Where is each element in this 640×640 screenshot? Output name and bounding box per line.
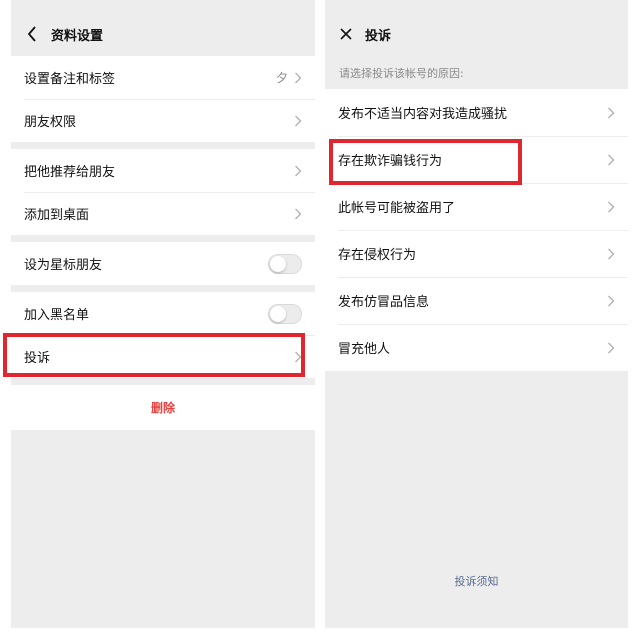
highlight-box-fraud-reason: [329, 139, 522, 185]
remark-value: 夕: [275, 71, 288, 85]
chevron-right-icon: [608, 107, 615, 118]
star-friend-toggle[interactable]: [268, 253, 302, 274]
chevron-right-icon: [608, 295, 615, 306]
page-title: 投诉: [365, 28, 392, 44]
delete-button[interactable]: 删除: [11, 385, 315, 430]
settings-group-remark: 设置备注和标签 夕 朋友权限: [11, 56, 315, 142]
page-title: 资料设置: [51, 28, 104, 44]
back-icon[interactable]: [21, 23, 43, 45]
nav-bar: 投诉: [325, 12, 628, 56]
complaint-screen: 投诉 请选择投诉该帐号的原因: 发布不适当内容对我造成骚扰 存在欺诈骗钱行为 此…: [325, 0, 628, 628]
row-label: 朋友权限: [24, 115, 77, 130]
chevron-right-icon: [608, 154, 615, 165]
set-remark-row[interactable]: 设置备注和标签 夕: [11, 56, 315, 99]
row-label: 设置备注和标签: [24, 72, 116, 87]
reason-label: 发布仿冒品信息: [338, 295, 430, 310]
row-label: 添加到桌面: [24, 208, 90, 223]
status-bar: [325, 0, 628, 12]
row-label: 把他推荐给朋友: [24, 165, 116, 180]
recommend-to-friend-row[interactable]: 把他推荐给朋友: [11, 149, 315, 192]
reason-hint: 请选择投诉该帐号的原因:: [339, 66, 464, 80]
complaint-notice-link[interactable]: 投诉须知: [325, 573, 628, 589]
close-icon[interactable]: [335, 23, 357, 45]
nav-bar: 资料设置: [11, 12, 315, 56]
settings-group-share: 把他推荐给朋友 添加到桌面: [11, 149, 315, 235]
chevron-right-icon: [608, 248, 615, 259]
chevron-right-icon: [295, 72, 302, 83]
blacklist-row: 加入黑名单: [11, 292, 315, 335]
chevron-right-icon: [295, 115, 302, 126]
status-bar: [11, 0, 315, 12]
chevron-right-icon: [608, 342, 615, 353]
settings-group-star: 设为星标朋友: [11, 242, 315, 285]
delete-label: 删除: [150, 401, 175, 415]
row-label: 设为星标朋友: [24, 258, 103, 273]
reason-item[interactable]: 发布仿冒品信息: [325, 277, 628, 324]
reason-list: 发布不适当内容对我造成骚扰 存在欺诈骗钱行为 此帐号可能被盗用了 存在侵权行为 …: [325, 89, 628, 371]
reason-label: 发布不适当内容对我造成骚扰: [338, 107, 508, 122]
chevron-right-icon: [295, 165, 302, 176]
reason-label: 此帐号可能被盗用了: [338, 201, 456, 216]
reason-item[interactable]: 此帐号可能被盗用了: [325, 183, 628, 230]
reason-label: 冒充他人: [338, 342, 391, 357]
chevron-right-icon: [295, 208, 302, 219]
highlight-box-complain: [3, 333, 305, 377]
friend-permission-row[interactable]: 朋友权限: [11, 99, 315, 142]
reason-item[interactable]: 冒充他人: [325, 324, 628, 371]
reason-item[interactable]: 存在侵权行为: [325, 230, 628, 277]
reason-item[interactable]: 发布不适当内容对我造成骚扰: [325, 89, 628, 136]
profile-settings-screen: 资料设置 设置备注和标签 夕 朋友权限 把他推荐给朋友 添加到桌面 设为星标朋友: [11, 0, 315, 628]
chevron-right-icon: [608, 201, 615, 212]
reason-label: 存在侵权行为: [338, 248, 417, 263]
row-label: 加入黑名单: [24, 308, 90, 323]
blacklist-toggle[interactable]: [268, 303, 302, 324]
add-to-desktop-row[interactable]: 添加到桌面: [11, 192, 315, 235]
star-friend-row: 设为星标朋友: [11, 242, 315, 285]
